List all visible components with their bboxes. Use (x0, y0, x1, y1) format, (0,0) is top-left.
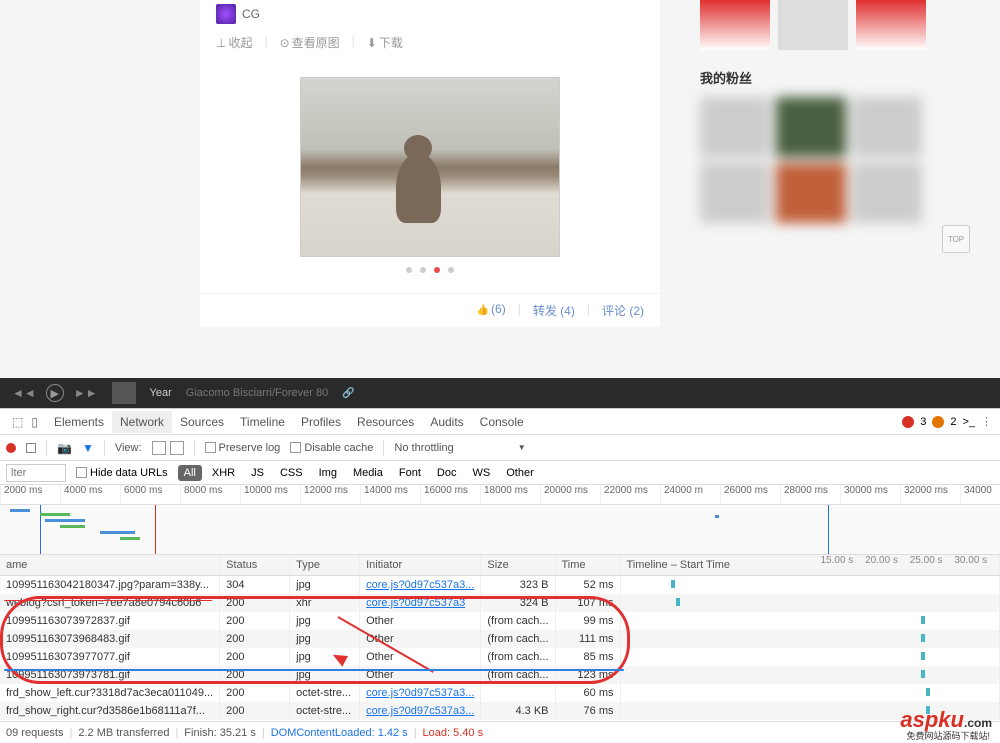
col-initiator[interactable]: Initiator (360, 555, 481, 576)
throttling-dropdown[interactable]: No throttling ▼ (394, 442, 525, 454)
tab-network[interactable]: Network (112, 411, 172, 433)
col-type[interactable]: Type (290, 555, 360, 576)
repost-button[interactable]: 转发 (4) (533, 302, 575, 319)
table-row[interactable]: frd_show_right.cur?d3586e1b68111a7f...20… (0, 702, 1000, 720)
table-row[interactable]: 109951163073968483.gif200jpgOther(from c… (0, 630, 1000, 648)
filter-type-doc[interactable]: Doc (431, 465, 463, 481)
finish-time: Finish: 35.21 s (184, 727, 256, 739)
view-small-icon[interactable] (170, 441, 184, 455)
clear-icon[interactable] (26, 443, 36, 453)
watermark-tagline: 免费网站源码下载站! (906, 729, 990, 742)
download-action[interactable]: ⬇ 下载 (367, 34, 403, 51)
next-track-icon[interactable]: ►► (74, 386, 98, 400)
warning-icon[interactable] (932, 416, 944, 428)
filter-type-font[interactable]: Font (393, 465, 427, 481)
sidebar: 我的粉丝 (700, 0, 940, 223)
table-row[interactable]: 109951163073973781.gif200jpgOther(from c… (0, 666, 1000, 684)
device-icon[interactable]: ▯ (31, 415, 38, 429)
filter-type-media[interactable]: Media (347, 465, 389, 481)
filter-type-css[interactable]: CSS (274, 465, 309, 481)
devtools-panel: ⬚ ▯ ElementsNetworkSourcesTimelineProfil… (0, 408, 1000, 743)
fans-heading: 我的粉丝 (700, 68, 940, 87)
inspect-icon[interactable]: ⬚ (12, 415, 23, 429)
warning-count: 2 (950, 416, 956, 428)
network-toolbar: 📷 ▼ View: Preserve log Disable cache No … (0, 435, 1000, 461)
view-label: View: (115, 442, 142, 454)
fan-item[interactable] (852, 163, 922, 223)
user-avatar[interactable] (216, 4, 236, 24)
album-cover[interactable] (112, 382, 136, 404)
tab-resources[interactable]: Resources (349, 411, 422, 433)
preserve-log-checkbox[interactable]: Preserve log (205, 442, 281, 454)
filter-type-js[interactable]: JS (245, 465, 270, 481)
filter-icon[interactable]: ▼ (82, 441, 94, 455)
filter-type-other[interactable]: Other (500, 465, 540, 481)
timeline-ruler[interactable]: 2000 ms4000 ms6000 ms8000 ms10000 ms1200… (0, 485, 1000, 505)
col-time[interactable]: Time (555, 555, 620, 576)
fan-item[interactable] (776, 163, 846, 223)
tab-console[interactable]: Console (472, 411, 532, 433)
status-bar: 09 requests | 2.2 MB transferred | Finis… (0, 721, 1000, 743)
table-row[interactable]: weblog?csrf_token=7ee7a8e0794c60b6200xhr… (0, 594, 1000, 612)
overview-waterfall[interactable] (0, 505, 1000, 555)
requests-count: 09 requests (6, 727, 63, 739)
table-row[interactable]: 109951163073972837.gif200jpgOther(from c… (0, 612, 1000, 630)
back-to-top[interactable]: TOP (942, 225, 970, 253)
carousel-dots[interactable] (406, 267, 454, 273)
play-icon[interactable]: ▶ (46, 384, 64, 402)
disable-cache-checkbox[interactable]: Disable cache (290, 442, 373, 454)
network-table: ame Status Type Initiator Size Time Time… (0, 555, 1000, 720)
comment-button[interactable]: 评论 (2) (602, 302, 644, 319)
filter-type-all[interactable]: All (178, 465, 202, 481)
error-icon[interactable] (902, 416, 914, 428)
filter-type-img[interactable]: Img (313, 465, 343, 481)
filter-type-xhr[interactable]: XHR (206, 465, 241, 481)
view-original-action[interactable]: ⊙ 查看原图 (280, 34, 340, 51)
filter-type-ws[interactable]: WS (466, 465, 496, 481)
post-image[interactable] (300, 77, 560, 257)
table-row[interactable]: 109951163042180347.jpg?param=338y...304j… (0, 576, 1000, 595)
col-timeline[interactable]: Timeline – Start Time 15.00 s20.00 s25.0… (620, 555, 1000, 576)
fan-item[interactable] (700, 163, 770, 223)
sidebar-thumb[interactable] (778, 0, 848, 50)
col-status[interactable]: Status (220, 555, 290, 576)
sidebar-thumb[interactable] (700, 0, 770, 50)
error-count: 3 (920, 416, 926, 428)
prev-track-icon[interactable]: ◄◄ (12, 386, 36, 400)
fan-item[interactable] (852, 97, 922, 157)
post-card: CG ⊥ 收起 | ⊙ 查看原图 | ⬇ 下载 (6) | 转发 (4) | 评… (200, 0, 660, 327)
col-name[interactable]: ame (0, 555, 220, 576)
tab-profiles[interactable]: Profiles (293, 411, 349, 433)
more-icon[interactable]: ⋮ (981, 415, 992, 428)
tab-audits[interactable]: Audits (422, 411, 471, 433)
track-title[interactable]: Year (150, 387, 172, 399)
track-artist[interactable]: Giacomo Bisciarri/Forever 80 (186, 387, 328, 399)
col-size[interactable]: Size (481, 555, 555, 576)
fan-item[interactable] (700, 97, 770, 157)
record-icon[interactable] (6, 443, 16, 453)
tab-sources[interactable]: Sources (172, 411, 232, 433)
table-row[interactable]: 109951163073977077.gif200jpgOther(from c… (0, 648, 1000, 666)
like-button[interactable]: (6) (477, 302, 506, 319)
hide-data-urls-checkbox[interactable]: Hide data URLs (76, 467, 168, 479)
table-row[interactable]: frd_show_left.cur?3318d7ac3eca011049...2… (0, 684, 1000, 702)
filter-input[interactable] (6, 464, 66, 482)
view-large-icon[interactable] (152, 441, 166, 455)
camera-icon[interactable]: 📷 (57, 441, 72, 455)
user-name[interactable]: CG (242, 7, 260, 21)
transferred-size: 2.2 MB transferred (78, 727, 169, 739)
link-icon[interactable]: 🔗 (342, 388, 354, 399)
dcl-time: DOMContentLoaded: 1.42 s (271, 727, 408, 739)
tab-timeline[interactable]: Timeline (232, 411, 293, 433)
network-filter-row: Hide data URLs AllXHRJSCSSImgMediaFontDo… (0, 461, 1000, 485)
fan-item[interactable] (776, 97, 846, 157)
devtools-tabs: ⬚ ▯ ElementsNetworkSourcesTimelineProfil… (0, 409, 1000, 435)
music-player-bar: ◄◄ ▶ ►► Year Giacomo Bisciarri/Forever 8… (0, 378, 1000, 408)
collapse-action[interactable]: ⊥ 收起 (216, 34, 252, 51)
sidebar-thumb[interactable] (856, 0, 926, 50)
load-time: Load: 5.40 s (423, 727, 484, 739)
tab-elements[interactable]: Elements (46, 411, 112, 433)
drawer-icon[interactable]: >_ (962, 416, 975, 428)
